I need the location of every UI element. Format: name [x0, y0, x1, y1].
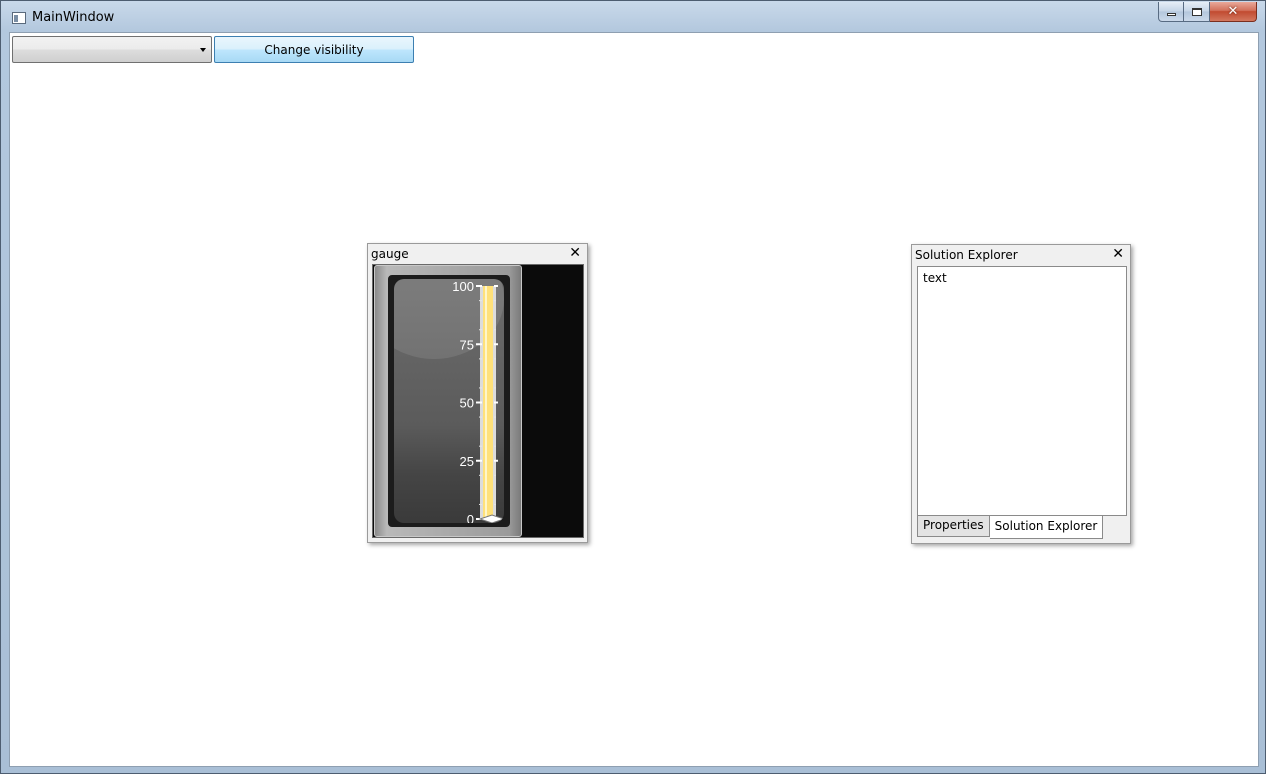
minimize-icon: [1166, 13, 1176, 16]
gauge-pane-close-icon[interactable]: ✕: [569, 245, 581, 261]
solution-explorer-header[interactable]: Solution Explorer ✕: [912, 245, 1130, 265]
gauge-scale-label: 50: [460, 396, 474, 411]
close-window-button[interactable]: ✕: [1210, 2, 1257, 22]
gauge-pane: gauge ✕ 100 75 50 25 0: [367, 243, 588, 543]
gauge-scale-label: 100: [452, 279, 474, 294]
pane-tabs: Properties Solution Explorer: [917, 516, 1104, 539]
gauge-scale-label: 25: [460, 454, 474, 469]
linear-gauge: 100 75 50 25 0: [452, 279, 504, 523]
gauge-bar-highlight: [485, 286, 487, 519]
window-title: MainWindow: [32, 10, 115, 25]
gauge-scale-label: 75: [460, 337, 474, 352]
solution-explorer-title: Solution Explorer: [915, 248, 1018, 262]
solution-explorer-close-icon[interactable]: ✕: [1112, 246, 1124, 262]
gauge-inner: 100 75 50 25 0: [388, 275, 510, 527]
gauge-pane-title: gauge: [371, 247, 409, 261]
maximize-icon: [1191, 7, 1202, 16]
tab-properties[interactable]: Properties: [917, 516, 990, 537]
solution-explorer-pane: Solution Explorer ✕ text Properties Solu…: [911, 244, 1131, 544]
close-icon: ✕: [1227, 4, 1239, 19]
change-visibility-button[interactable]: Change visibility: [214, 36, 414, 63]
app-icon: [12, 12, 26, 24]
gauge-bezel: 100 75 50 25 0: [374, 265, 522, 537]
minimize-button[interactable]: [1158, 2, 1184, 22]
gauge-value-bar: [483, 286, 493, 519]
gauge-frame: 100 75 50 25 0: [372, 264, 584, 538]
gauge-pane-header[interactable]: gauge ✕: [368, 244, 587, 264]
gauge-glass: 100 75 50 25 0: [394, 279, 504, 523]
content-text: text: [923, 271, 947, 285]
solution-explorer-content: text: [917, 266, 1127, 516]
client-area: Change visibility gauge ✕ 100 75 50 25 0: [9, 32, 1259, 767]
maximize-button[interactable]: [1184, 2, 1210, 22]
chevron-down-icon: [200, 48, 206, 52]
main-window: MainWindow ✕ Change visibility gauge ✕ 1…: [0, 0, 1266, 774]
gauge-scale-label: 0: [467, 512, 474, 523]
pane-select-combobox[interactable]: [12, 36, 212, 63]
caption-buttons: ✕: [1158, 2, 1257, 22]
tab-solution-explorer[interactable]: Solution Explorer: [989, 516, 1104, 539]
title-bar[interactable]: MainWindow ✕: [1, 1, 1265, 33]
